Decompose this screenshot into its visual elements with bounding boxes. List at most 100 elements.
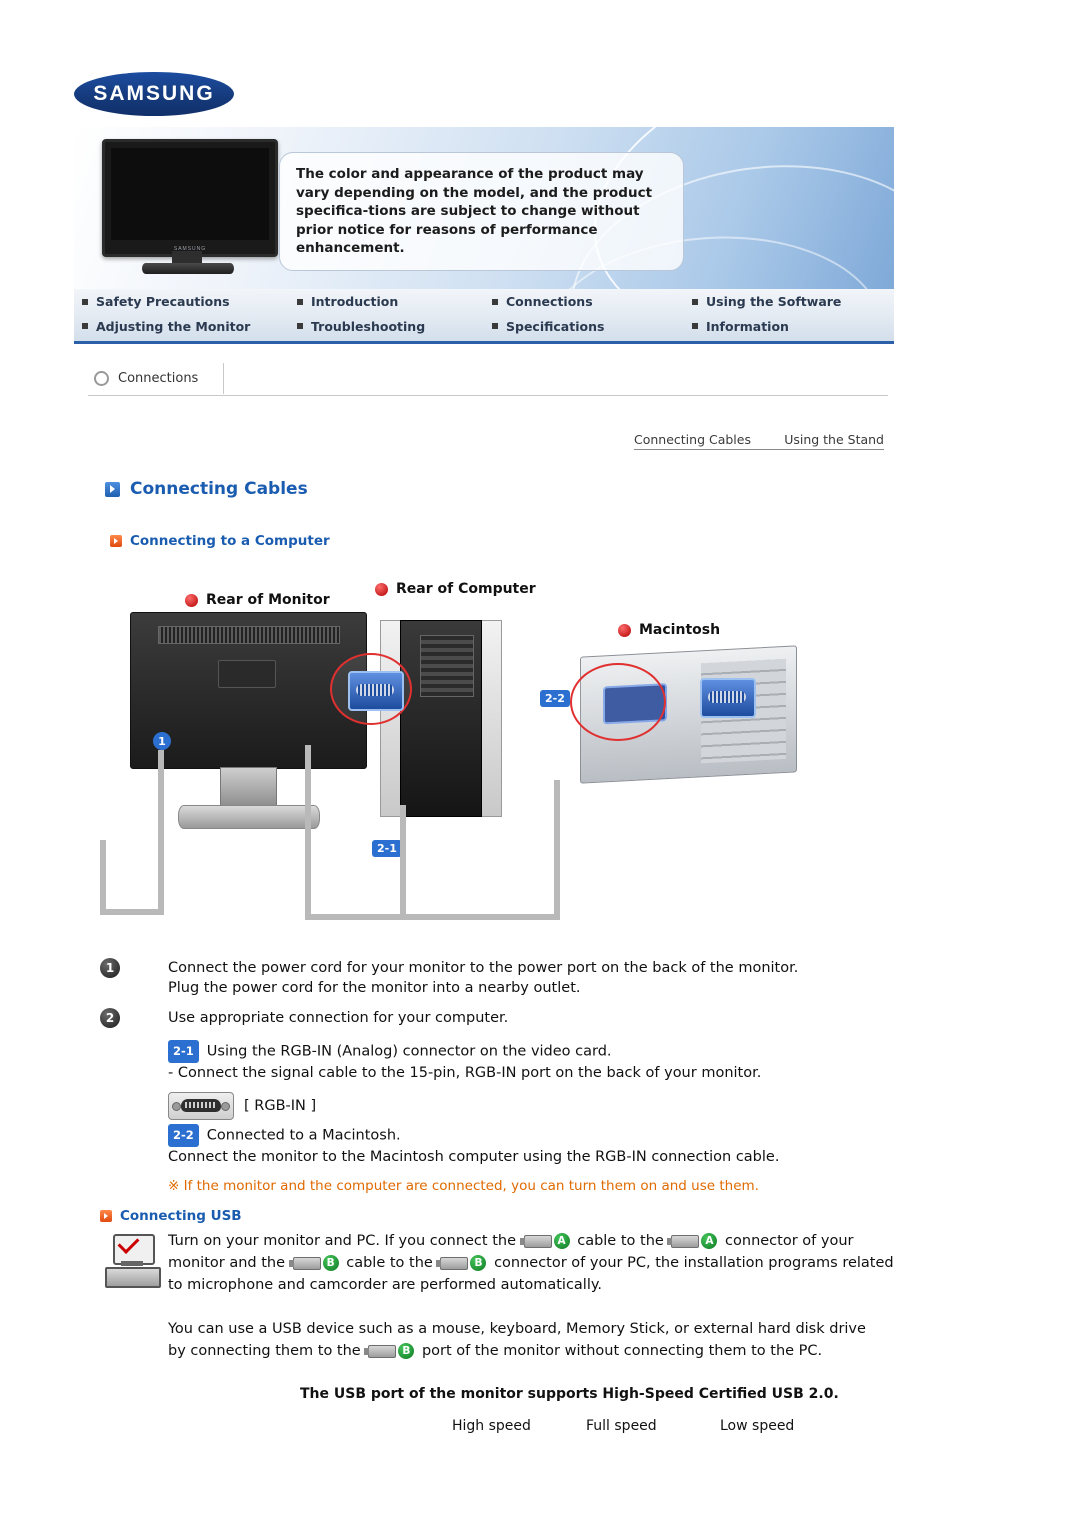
nav-item-safety-precautions[interactable]: Safety Precautions [82, 294, 297, 309]
usb-plug-b-1: B [288, 1255, 339, 1271]
subsection-label: Connecting to a Computer [130, 533, 330, 549]
diagram-label-rear-of-monitor: Rear of Monitor [185, 592, 330, 608]
diagram-callout-1: 1 [153, 732, 171, 750]
usb-speed-low: Low speed [720, 1418, 795, 1434]
usb-plug-b-2: B [436, 1255, 487, 1271]
nav-label: Troubleshooting [311, 318, 426, 334]
diagram-label-macintosh: Macintosh [618, 622, 720, 638]
subsection-connecting-to-computer: Connecting to a Computer [110, 533, 330, 549]
usb-p3: to microphone and camcorder are performe… [168, 1277, 602, 1293]
usb-speed-high: High speed [452, 1418, 531, 1434]
nav-item-information[interactable]: Information [692, 319, 902, 334]
usb-plug-a-2: A [667, 1233, 718, 1249]
substep-2-2-line-1: Connected to a Macintosh. [206, 1127, 401, 1144]
section-header: Connections [88, 363, 888, 396]
main-nav: Safety Precautions Introduction Connecti… [74, 289, 894, 344]
subsection-connecting-usb: Connecting USB [100, 1208, 242, 1224]
usb-p1-part2: cable to the [577, 1233, 664, 1249]
step-1-line-1: Connect the power cord for your monitor … [168, 960, 799, 976]
usb-p2-part3: connector of your PC, the installation p… [494, 1255, 894, 1271]
usb-p2-part1: monitor and the [168, 1255, 286, 1271]
substep-2-1: 2-1 Using the RGB-IN (Analog) connector o… [168, 1040, 900, 1084]
nav-item-using-the-software[interactable]: Using the Software [692, 294, 902, 309]
red-dot-icon [185, 593, 198, 607]
monitor-port-panel [218, 660, 276, 688]
red-dot-icon [375, 582, 388, 596]
rear-of-monitor-illustration [130, 612, 367, 829]
usb-p1-part1: Turn on your monitor and PC. If you conn… [168, 1233, 516, 1249]
vga-connector-mac [700, 678, 756, 718]
label-text: Macintosh [639, 622, 721, 638]
monitor-base [142, 263, 234, 274]
usb-p1-part3: connector of your [725, 1233, 854, 1249]
power-cable-segment [158, 750, 164, 915]
usb-p4-part1: by connecting them to the [168, 1343, 361, 1359]
usb-plug-letter: B [398, 1343, 415, 1359]
subsection-label: Connecting USB [120, 1208, 242, 1224]
bullet-icon [692, 323, 698, 329]
tab-using-the-stand[interactable]: Using the Stand [784, 432, 884, 447]
vga-connector-pc [348, 671, 404, 711]
logo-text: SAMSUNG [93, 82, 215, 105]
monitor-product-image: SAMSUNG [94, 135, 284, 280]
signal-cable-monitor [305, 745, 311, 920]
rgb-in-label: [ RGB-IN ] [244, 1098, 317, 1114]
connection-diagram: Rear of Monitor Rear of Computer Macinto… [100, 575, 880, 950]
usb-plug-b-3: B [364, 1343, 415, 1359]
usb-paragraph-1: Turn on your monitor and PC. If you conn… [168, 1230, 900, 1296]
nav-label: Safety Precautions [96, 294, 230, 309]
bullet-icon [82, 298, 88, 305]
dsub-connector-shape [181, 1099, 221, 1112]
manual-page: SAMSUNG SAMSUNG The color and appearance… [0, 0, 1080, 1528]
usb-plug-letter: B [322, 1255, 339, 1271]
substep-2-2: 2-2 Connected to a Macintosh. Connect the… [168, 1124, 900, 1168]
nav-label: Using the Software [706, 294, 842, 309]
nav-item-connections[interactable]: Connections [492, 294, 692, 309]
substep-2-2-line-2: Connect the monitor to the Macintosh com… [168, 1149, 780, 1165]
monitor-screen: SAMSUNG [102, 139, 278, 257]
substep-2-1-badge: 2-1 [168, 1040, 199, 1063]
usb-speed-full: Full speed [586, 1418, 657, 1434]
sub-tabs: Connecting Cables Using the Stand [634, 420, 884, 450]
usb-connector-icon [519, 1234, 552, 1248]
rgb-in-port-icon [168, 1092, 234, 1120]
usb-plug-letter: B [470, 1255, 487, 1271]
pc-expansion-card [420, 635, 474, 697]
nav-item-troubleshooting[interactable]: Troubleshooting [297, 319, 492, 334]
step-1-line-2: Plug the power cord for the monitor into… [168, 980, 581, 996]
page-title-label: Connecting Cables [130, 479, 308, 499]
monitor-base [178, 805, 320, 829]
mini-pc-icon [105, 1267, 161, 1288]
diagram-badge-2-1: 2-1 [372, 840, 402, 857]
usb-plug-letter: A [701, 1233, 718, 1249]
bullet-icon [692, 298, 698, 305]
signal-cable-horizontal [305, 914, 560, 920]
nav-item-specifications[interactable]: Specifications [492, 319, 692, 334]
hero-banner: SAMSUNG The color and appearance of the … [74, 127, 894, 289]
usb-connector-icon [436, 1256, 469, 1270]
nav-item-introduction[interactable]: Introduction [297, 294, 492, 309]
usb-speed-list: High speed Full speed Low speed [452, 1418, 900, 1434]
step-1-marker: 1 [100, 958, 120, 978]
highlight-circle-vga-mac [570, 663, 666, 741]
power-cable-segment-2 [100, 840, 106, 915]
arrow-marker-icon [110, 535, 122, 547]
rgb-in-connector-row: [ RGB-IN ] [168, 1092, 900, 1120]
arrow-marker-icon [105, 481, 120, 497]
nav-item-adjusting-the-monitor[interactable]: Adjusting the Monitor [82, 319, 297, 334]
instruction-steps: 1 Connect the power cord for your monito… [100, 958, 900, 1194]
monitor-pc-check-icon [105, 1232, 161, 1288]
tab-connecting-cables[interactable]: Connecting Cables [634, 432, 751, 447]
nav-label: Specifications [506, 318, 605, 334]
usb-p4-line1: You can use a USB device such as a mouse… [168, 1321, 866, 1337]
label-text: Rear of Computer [396, 581, 536, 597]
product-notice-text: The color and appearance of the product … [296, 166, 653, 256]
substep-2-1-line-2: - Connect the signal cable to the 15-pin… [168, 1065, 762, 1081]
substep-2-1-line-1: Using the RGB-IN (Analog) connector on t… [206, 1043, 612, 1060]
nav-label: Adjusting the Monitor [96, 318, 251, 334]
diagram-badge-2-2: 2-2 [540, 690, 570, 707]
mini-monitor-stand [121, 1261, 143, 1266]
signal-cable-mac [554, 780, 560, 920]
bullet-icon [297, 323, 303, 329]
step-1-text: Connect the power cord for your monitor … [168, 958, 798, 998]
